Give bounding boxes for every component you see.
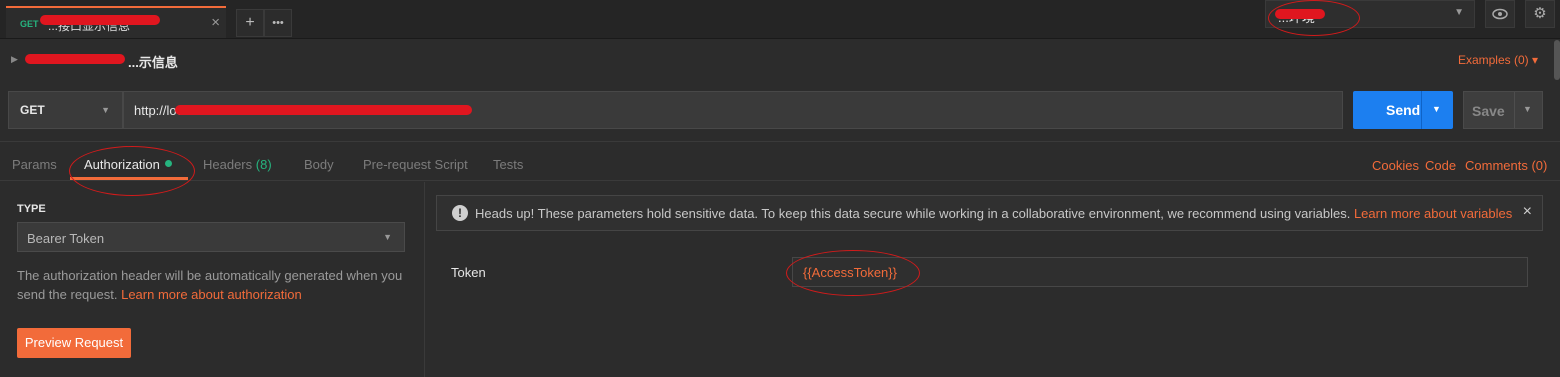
eye-icon[interactable] — [1485, 0, 1515, 28]
request-name[interactable]: ...示信息 — [128, 52, 178, 71]
request-name-row: ▶ ...示信息 Examples (0) ▾ — [0, 39, 1560, 81]
preview-request-button[interactable]: Preview Request — [17, 328, 131, 358]
examples-dropdown[interactable]: Examples (0) ▾ — [1458, 53, 1538, 67]
more-tabs-button[interactable]: ••• — [264, 9, 292, 37]
learn-more-authorization-link[interactable]: Learn more about authorization — [121, 287, 302, 302]
tab-pre-request-script[interactable]: Pre-request Script — [363, 157, 468, 172]
comments-link[interactable]: Comments (0) — [1465, 158, 1547, 173]
headers-count: (8) — [255, 157, 272, 172]
request-tabs: Params Authorization Headers (8) Body Pr… — [0, 141, 1560, 181]
tab-headers-label: Headers — [203, 157, 253, 172]
request-tab-method: GET — [20, 19, 39, 29]
save-button[interactable]: Save ▼ — [1463, 91, 1543, 129]
redaction-scribble — [40, 15, 160, 25]
tab-body[interactable]: Body — [304, 157, 334, 172]
type-label: TYPE — [17, 203, 46, 215]
chevron-down-icon: ▼ — [1454, 7, 1464, 18]
new-tab-button[interactable]: + — [236, 9, 264, 37]
examples-label: Examples (0) — [1457, 53, 1529, 67]
close-icon[interactable]: × — [1523, 203, 1532, 221]
warning-text: Heads up! These parameters hold sensitiv… — [475, 206, 1351, 221]
annotation-circle — [1268, 0, 1360, 36]
method-select[interactable]: GET ▼ — [8, 91, 123, 129]
auth-type-value: Bearer Token — [27, 231, 105, 246]
chevron-down-icon: ▼ — [101, 105, 110, 115]
close-icon[interactable]: × — [211, 14, 220, 31]
tab-headers[interactable]: Headers (8) — [203, 157, 272, 172]
caret-right-icon[interactable]: ▶ — [11, 54, 18, 65]
send-button[interactable]: Send ▼ — [1353, 91, 1453, 129]
chevron-down-icon[interactable]: ▼ — [1523, 104, 1532, 114]
chevron-down-icon[interactable]: ▼ — [1432, 104, 1441, 114]
token-label: Token — [451, 265, 486, 280]
alert-icon: ! — [452, 205, 468, 221]
auth-help-text: The authorization header will be automat… — [17, 266, 407, 304]
scrollbar[interactable] — [1554, 40, 1560, 80]
save-label: Save — [1472, 103, 1505, 119]
tab-params[interactable]: Params — [12, 157, 57, 172]
tab-tests[interactable]: Tests — [493, 157, 523, 172]
annotation-circle — [786, 250, 920, 296]
gear-icon[interactable]: ⚙ — [1525, 0, 1555, 28]
method-value: GET — [20, 103, 45, 117]
send-label: Send — [1386, 102, 1421, 118]
redaction-scribble — [25, 54, 125, 64]
redaction-scribble — [175, 105, 472, 115]
chevron-down-icon: ▼ — [383, 232, 392, 242]
sensitive-data-warning: ! Heads up! These parameters hold sensit… — [436, 195, 1543, 231]
code-link[interactable]: Code — [1425, 158, 1456, 173]
auth-type-select[interactable]: Bearer Token ▼ — [17, 222, 405, 252]
learn-more-variables-link[interactable]: Learn more about variables — [1354, 206, 1512, 221]
cookies-link[interactable]: Cookies — [1372, 158, 1419, 173]
